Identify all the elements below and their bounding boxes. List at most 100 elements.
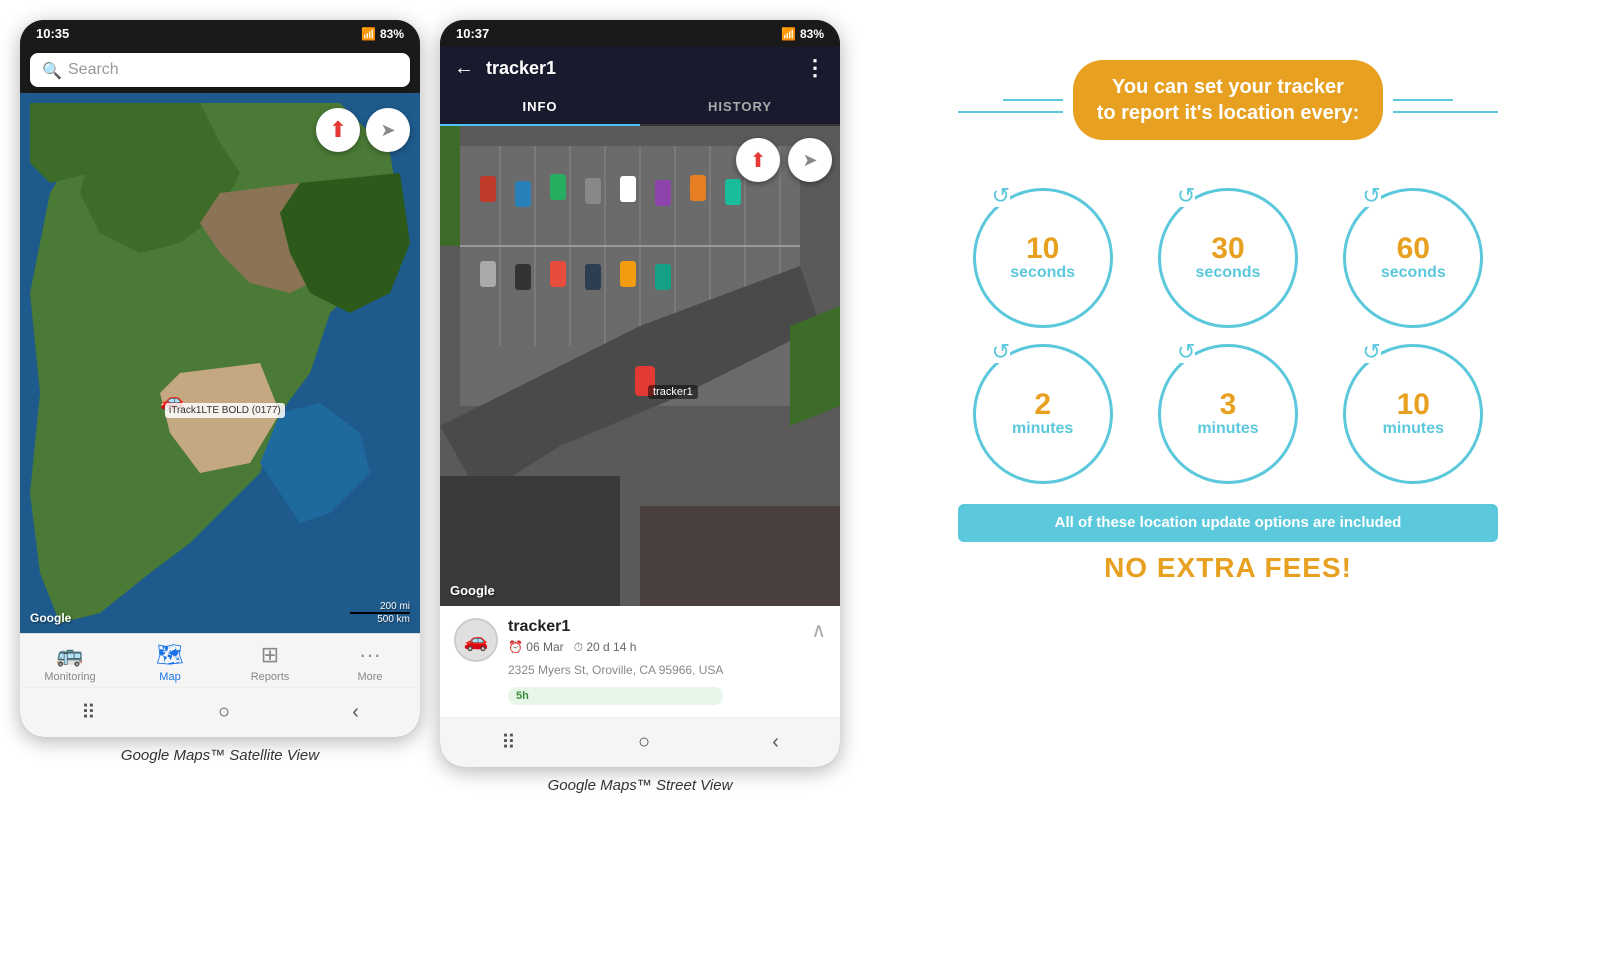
tracker-info-header: 🚗 tracker1 ⏰ 06 Mar ⏱ 20 d 14 h 2325 Mye…: [454, 618, 826, 705]
more-icon: ···: [359, 642, 381, 668]
scale-200mi: 200 mi: [380, 601, 410, 612]
back-button[interactable]: ‹: [332, 697, 379, 728]
interval-30sec-unit: seconds: [1196, 264, 1261, 282]
tracker-info-left: 🚗 tracker1 ⏰ 06 Mar ⏱ 20 d 14 h 2325 Mye…: [454, 618, 723, 705]
promo-title-banner: You can set your tracker to report it's …: [1073, 60, 1384, 140]
nav-monitoring-label: Monitoring: [44, 671, 95, 683]
phone2-system-nav: ⠿ ○ ‹: [440, 717, 840, 767]
promo-title-text: You can set your tracker to report it's …: [1097, 74, 1360, 126]
tab-info-label: INFO: [522, 99, 557, 114]
nav-more[interactable]: ··· More: [340, 642, 400, 683]
interval-grid: 10 seconds 30 seconds 60 seconds 2 minut…: [958, 188, 1498, 484]
interval-60sec: 60 seconds: [1343, 188, 1483, 328]
aerial-location-icon: ➤: [802, 150, 817, 171]
compass-arrow: ⬆: [329, 117, 347, 143]
included-banner: All of these location update options are…: [958, 504, 1498, 542]
tracker-meta: ⏰ 06 Mar ⏱ 20 d 14 h: [508, 640, 723, 655]
promo-title-line2: to report it's location every:: [1097, 100, 1360, 126]
monitoring-icon: 🚌: [56, 642, 83, 668]
phone2-status-bar: 10:37 📶 83%: [440, 20, 840, 47]
car-label: iTrack1LTE BOLD (0177): [165, 403, 285, 418]
phone2-status-icons: 📶 83%: [781, 27, 824, 41]
reports-icon: ⊞: [261, 642, 279, 668]
tracker-address: 2325 Myers St, Oroville, CA 95966, USA: [508, 663, 723, 677]
banner-line-left: [958, 111, 1063, 113]
duration-badge: 5h: [508, 687, 723, 705]
avatar-icon: 🚗: [464, 628, 489, 653]
tracker-name: tracker1: [508, 618, 723, 636]
expand-button[interactable]: ∧: [811, 618, 826, 643]
search-icon: 🔍: [42, 61, 60, 79]
interval-3min: 3 minutes: [1158, 344, 1298, 484]
phone2-time: 10:37: [456, 26, 489, 41]
map-location-button[interactable]: ➤: [366, 108, 410, 152]
recents-button[interactable]: ⠿: [61, 696, 116, 729]
aerial-compass[interactable]: ⬆: [736, 138, 780, 182]
scale-bar: 200 mi 500 km: [350, 601, 410, 625]
location-icon: ➤: [380, 120, 395, 141]
phone2-caption: Google Maps™ Street View: [548, 777, 733, 794]
home-button[interactable]: ○: [198, 697, 250, 728]
google-logo: Google: [30, 611, 71, 625]
phone2-tracker-title: tracker1: [486, 58, 792, 79]
search-bar[interactable]: 🔍 Search: [30, 53, 410, 87]
interval-30sec: 30 seconds: [1158, 188, 1298, 328]
promo-title-line1: You can set your tracker: [1097, 74, 1360, 100]
interval-10sec-number: 10: [1026, 234, 1059, 264]
tab-history-label: HISTORY: [708, 99, 772, 114]
nav-reports-label: Reports: [251, 671, 290, 683]
phone2-signal: 📶: [781, 27, 796, 41]
phone1-battery: 83%: [380, 27, 404, 41]
nav-map[interactable]: 🗺 Map: [140, 642, 200, 683]
tracker-name-section: tracker1 ⏰ 06 Mar ⏱ 20 d 14 h 2325 Myers…: [508, 618, 723, 705]
aerial-location-button[interactable]: ➤: [788, 138, 832, 182]
map-compass[interactable]: ⬆: [316, 108, 360, 152]
scale-500km: 500 km: [377, 614, 410, 625]
phone2-home-button[interactable]: ○: [618, 727, 670, 758]
no-fees-text: NO EXTRA FEES!: [958, 552, 1498, 584]
aerial-svg: [440, 126, 840, 606]
interval-30sec-number: 30: [1211, 234, 1244, 264]
interval-60sec-number: 60: [1397, 234, 1430, 264]
tracker-map-label: tracker1: [648, 385, 698, 399]
tracker-duration: ⏱ 20 d 14 h: [574, 640, 637, 655]
phone2-header: ← tracker1 ⋮: [440, 47, 840, 89]
tab-history[interactable]: HISTORY: [640, 89, 840, 124]
phone1-signal: 📶: [361, 27, 376, 41]
aerial-google-logo: Google: [450, 583, 495, 598]
interval-10min-number: 10: [1397, 390, 1430, 420]
tabs-bar: INFO HISTORY: [440, 89, 840, 126]
aerial-map: ⬆ ➤ tracker1 Google: [440, 126, 840, 606]
interval-60sec-unit: seconds: [1381, 264, 1446, 282]
nav-more-label: More: [357, 671, 382, 683]
phone1-nav-bar: 🚌 Monitoring 🗺 Map ⊞ Reports ··· More: [20, 633, 420, 687]
phone1-status-bar: 10:35 📶 83%: [20, 20, 420, 47]
interval-2min-number: 2: [1034, 390, 1051, 420]
banner-wrapper: You can set your tracker to report it's …: [958, 60, 1498, 164]
phone2-more-button[interactable]: ⋮: [804, 55, 826, 81]
phone1-status-icons: 📶 83%: [361, 27, 404, 41]
promo-box: You can set your tracker to report it's …: [928, 40, 1528, 604]
phone2-battery: 83%: [800, 27, 824, 41]
phone2-back-button[interactable]: ‹: [752, 727, 799, 758]
interval-3min-number: 3: [1220, 390, 1237, 420]
nav-reports[interactable]: ⊞ Reports: [240, 642, 300, 683]
interval-10min: 10 minutes: [1343, 344, 1483, 484]
interval-10min-unit: minutes: [1383, 420, 1444, 438]
search-input[interactable]: Search: [68, 61, 119, 79]
phone1-system-nav: ⠿ ○ ‹: [20, 687, 420, 737]
aerial-compass-arrow: ⬆: [750, 148, 767, 173]
tab-info[interactable]: INFO: [440, 89, 640, 126]
phone2-recents-button[interactable]: ⠿: [481, 726, 536, 759]
back-arrow[interactable]: ←: [454, 57, 474, 80]
map-icon: 🗺: [156, 642, 184, 668]
nav-map-label: Map: [159, 671, 180, 683]
right-panel: You can set your tracker to report it's …: [860, 20, 1596, 624]
interval-2min-unit: minutes: [1012, 420, 1073, 438]
satellite-map: ⬆ ➤ 🚗 iTrack1LTE BOLD (0177) Google 200 …: [20, 93, 420, 633]
included-text: All of these location update options are…: [1055, 514, 1402, 531]
nav-monitoring[interactable]: 🚌 Monitoring: [40, 642, 100, 683]
interval-2min: 2 minutes: [973, 344, 1113, 484]
interval-3min-unit: minutes: [1197, 420, 1258, 438]
tracker-avatar: 🚗: [454, 618, 498, 662]
